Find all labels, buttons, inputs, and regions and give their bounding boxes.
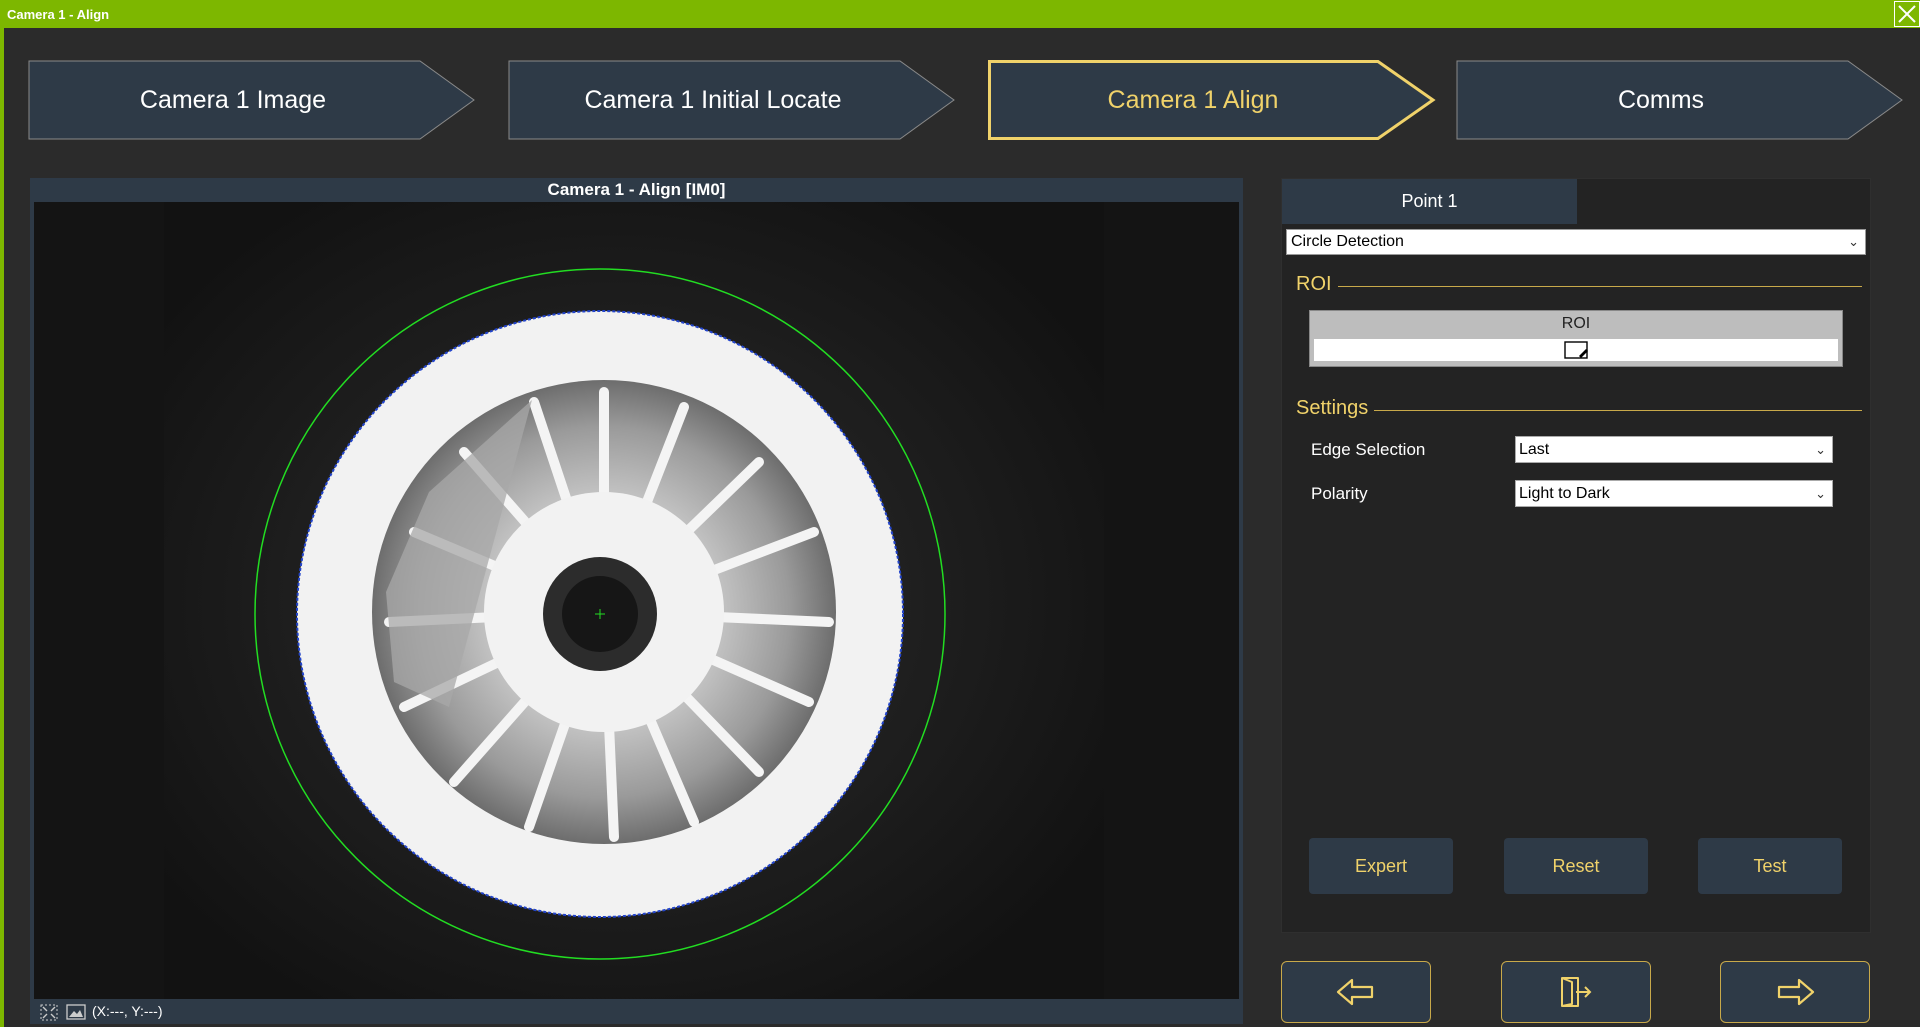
image-icon[interactable] bbox=[66, 1004, 86, 1020]
settings-group-label: Settings bbox=[1292, 397, 1375, 420]
roi-header: ROI bbox=[1561, 315, 1591, 332]
window-title: Camera 1 - Align bbox=[7, 7, 110, 22]
step-comms[interactable]: Comms bbox=[1456, 60, 1904, 140]
close-button[interactable] bbox=[1894, 1, 1920, 27]
next-button[interactable] bbox=[1720, 961, 1870, 1023]
exit-button[interactable] bbox=[1501, 961, 1651, 1023]
step-align[interactable]: Camera 1 Align bbox=[988, 60, 1436, 140]
edge-selection-value: Last bbox=[1519, 441, 1550, 458]
viewer-status-bar: (X:---, Y:---) bbox=[30, 999, 1243, 1024]
exit-door-icon bbox=[1561, 977, 1592, 1007]
window-border bbox=[0, 28, 4, 1027]
polarity-select[interactable]: Light to Dark ⌄ bbox=[1515, 480, 1833, 507]
close-icon bbox=[1898, 5, 1916, 23]
polarity-row: Polarity Light to Dark ⌄ bbox=[1311, 480, 1841, 508]
settings-group: Settings bbox=[1292, 397, 1862, 423]
chevron-down-icon: ⌄ bbox=[1815, 486, 1826, 501]
polarity-value: Light to Dark bbox=[1519, 485, 1610, 502]
expert-button[interactable]: Expert bbox=[1309, 838, 1453, 894]
roi-edit-cell[interactable] bbox=[1314, 339, 1838, 361]
camera-image-canvas bbox=[34, 202, 1239, 999]
tab-point-1[interactable]: Point 1 bbox=[1282, 179, 1577, 224]
settings-panel: Point 1 Circle Detection ⌄ ROI ROI Setti… bbox=[1281, 178, 1871, 933]
detection-method-value: Circle Detection bbox=[1291, 233, 1404, 250]
edge-selection-label: Edge Selection bbox=[1311, 440, 1426, 459]
image-viewer: Camera 1 - Align [IM0] (X:---, Y:---) bbox=[30, 178, 1243, 1024]
roi-group: ROI bbox=[1292, 273, 1862, 299]
back-button[interactable] bbox=[1281, 961, 1431, 1023]
reset-button[interactable]: Reset bbox=[1504, 838, 1648, 894]
arrow-left-icon bbox=[1336, 978, 1374, 1006]
camera-image[interactable] bbox=[34, 202, 1239, 999]
step-initial-locate[interactable]: Camera 1 Initial Locate bbox=[508, 60, 956, 140]
test-button[interactable]: Test bbox=[1698, 838, 1842, 894]
polarity-label: Polarity bbox=[1311, 484, 1368, 503]
step-camera-image[interactable]: Camera 1 Image bbox=[28, 60, 476, 140]
step-label: Camera 1 Image bbox=[139, 86, 327, 114]
group-divider bbox=[1292, 410, 1862, 411]
edge-selection-row: Edge Selection Last ⌄ bbox=[1311, 436, 1841, 464]
viewer-title: Camera 1 - Align [IM0] bbox=[547, 180, 726, 199]
step-label: Camera 1 Align bbox=[1107, 86, 1279, 114]
cursor-coordinates: (X:---, Y:---) bbox=[92, 1003, 163, 1019]
step-label: Camera 1 Initial Locate bbox=[584, 86, 842, 114]
point-tab-bar: Point 1 bbox=[1282, 179, 1870, 224]
edge-selection-select[interactable]: Last ⌄ bbox=[1515, 436, 1833, 463]
group-divider bbox=[1292, 286, 1862, 287]
roi-group-label: ROI bbox=[1292, 273, 1338, 296]
fit-to-window-icon[interactable] bbox=[40, 1004, 58, 1021]
chevron-down-icon: ⌄ bbox=[1815, 442, 1826, 457]
step-label: Comms bbox=[1617, 86, 1705, 114]
arrow-right-icon bbox=[1777, 978, 1815, 1006]
title-bar: Camera 1 - Align bbox=[0, 0, 1920, 28]
edit-roi-icon bbox=[1564, 341, 1588, 359]
roi-box: ROI bbox=[1309, 310, 1843, 367]
chevron-down-icon: ⌄ bbox=[1848, 234, 1859, 249]
detection-method-select[interactable]: Circle Detection ⌄ bbox=[1286, 229, 1866, 255]
